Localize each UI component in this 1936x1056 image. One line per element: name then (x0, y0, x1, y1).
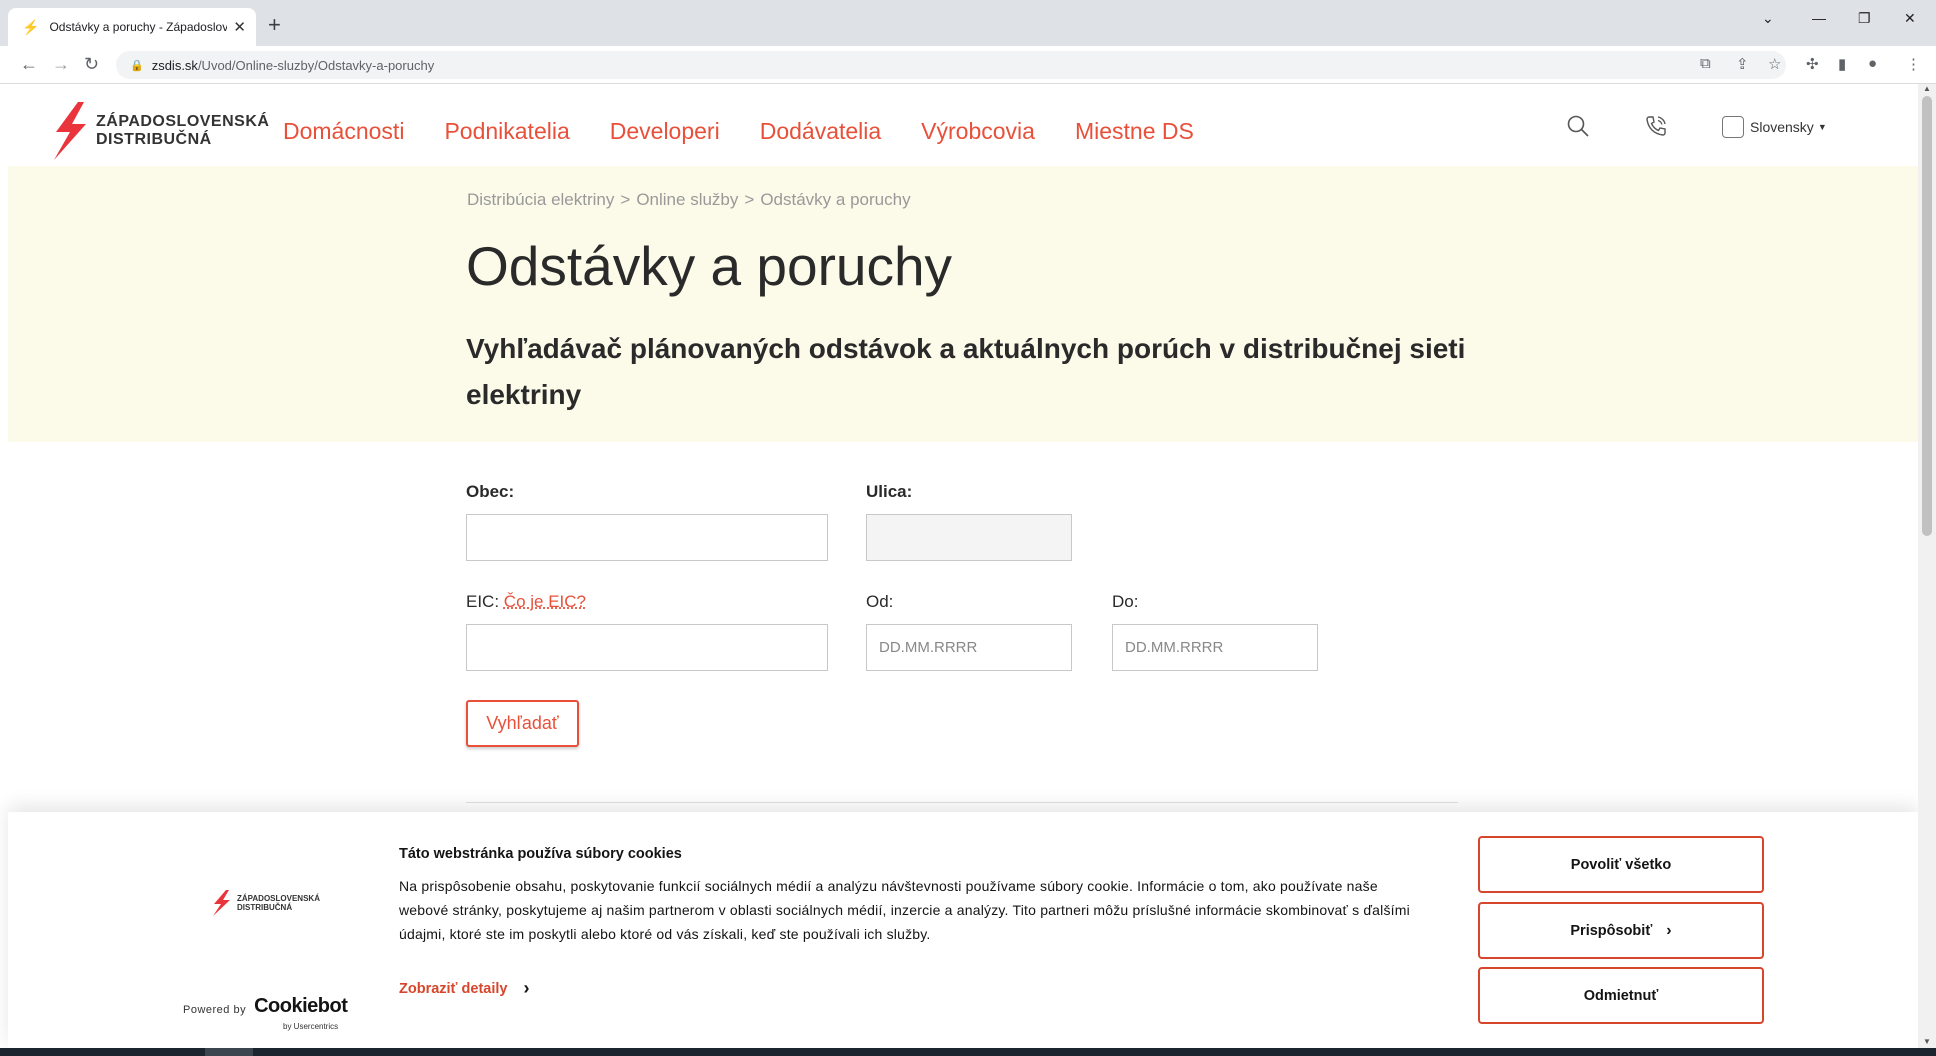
page-scrollbar[interactable]: ▲ ▼ (1918, 84, 1936, 1048)
cookiebot-logo: Cookiebot (254, 995, 348, 1017)
lock-icon[interactable]: 🔒 (130, 59, 144, 72)
obec-input[interactable] (466, 514, 828, 561)
tab-search-icon[interactable]: ⌄ (1762, 10, 1774, 27)
site-logo[interactable]: ZÁPADOSLOVENSKÁ DISTRIBUČNÁ (52, 102, 269, 160)
main-nav: Domácnosti Podnikatelia Developeri Dodáv… (283, 118, 1234, 145)
os-taskbar (0, 1048, 1936, 1056)
scroll-thumb[interactable] (1922, 96, 1932, 536)
od-label: Od: (866, 592, 894, 611)
nav-domacnosti[interactable]: Domácnosti (283, 118, 404, 145)
eic-label: EIC: Čo je EIC? (466, 592, 586, 611)
eic-input[interactable] (466, 624, 828, 671)
breadcrumb-separator: > (620, 190, 631, 209)
breadcrumb-item-current: Odstávky a poruchy (760, 190, 911, 209)
ulica-input[interactable] (866, 514, 1072, 561)
search-button[interactable]: Vyhľadať (466, 700, 579, 747)
breadcrumb-item-distribucia[interactable]: Distribúcia elektriny (467, 190, 614, 209)
close-window-icon[interactable]: ✕ (1904, 10, 1916, 27)
chevron-right-icon: › (523, 978, 530, 998)
page-subtitle: Vyhľadávač plánovaných odstávok a aktuál… (466, 333, 1466, 410)
nav-dodavatelia[interactable]: Dodávatelia (760, 118, 881, 145)
cookie-details-link[interactable]: Zobraziť detaily › (399, 978, 529, 999)
language-icon (1722, 116, 1744, 138)
ulica-label: Ulica: (866, 482, 913, 501)
site-favicon-icon: ⚡ (22, 18, 40, 35)
cookie-title: Táto webstránka používa súbory cookies (399, 846, 682, 862)
star-icon[interactable]: ☆ (1768, 55, 1781, 73)
do-date-input[interactable]: DD.MM.RRRR (1112, 624, 1318, 671)
nav-developeri[interactable]: Developeri (610, 118, 720, 145)
logo-bolt-icon (54, 102, 86, 160)
logo-line2: DISTRIBUČNÁ (96, 131, 212, 148)
restore-icon[interactable]: ❐ (1858, 10, 1871, 27)
reload-icon[interactable]: ↻ (84, 54, 99, 75)
logo-bolt-icon (213, 890, 230, 916)
logo-line1: ZÁPADOSLOVENSKÁ (96, 113, 270, 130)
address-bar[interactable]: 🔒 zsdis.sk/Uvod/Online-sluzby/Odstavky-a… (116, 51, 1786, 79)
share-icon[interactable]: ⇪ (1736, 55, 1749, 73)
od-date-input[interactable]: DD.MM.RRRR (866, 624, 1072, 671)
tab-close-icon[interactable]: ✕ (233, 18, 246, 36)
cookie-logo: ZÁPADOSLOVENSKÁ DISTRIBUČNÁ (212, 890, 320, 916)
chevron-right-icon: › (1666, 921, 1672, 939)
tab-title: Odstávky a poruchy - Západoslovenská dis… (49, 20, 228, 34)
cookiebot-branding[interactable]: Powered by Cookiebot by Usercentrics (183, 995, 348, 1031)
new-tab-button[interactable]: + (268, 12, 281, 38)
allow-all-button[interactable]: Povoliť všetko (1478, 836, 1764, 893)
obec-label: Obec: (466, 482, 515, 501)
profile-icon[interactable]: ● (1868, 55, 1877, 72)
language-selector[interactable]: Slovensky ▼ (1722, 116, 1827, 138)
breadcrumb: Distribúcia elektriny > Online služby > Odst… (467, 190, 911, 210)
sidepanel-icon[interactable]: ▮ (1838, 55, 1846, 73)
minimize-icon[interactable]: — (1812, 10, 1826, 26)
cookiebot-by: by Usercentrics (283, 1022, 339, 1031)
phone-icon[interactable] (1644, 114, 1668, 138)
menu-icon[interactable]: ⋮ (1906, 55, 1921, 73)
taskbar-item[interactable] (205, 1048, 253, 1056)
scroll-down-icon[interactable]: ▼ (1923, 1037, 1931, 1046)
site-header: ZÁPADOSLOVENSKÁ DISTRIBUČNÁ Domácnosti P… (8, 84, 1918, 166)
nav-vyrobcovia[interactable]: Výrobcovia (921, 118, 1035, 145)
browser-toolbar: ← → ↻ 🔒 zsdis.sk/Uvod/Online-sluzby/Odst… (0, 46, 1936, 84)
browser-tabstrip: ⚡ Odstávky a poruchy - Západoslovenská d… (0, 0, 1936, 46)
eic-help-link[interactable]: Čo je EIC? (504, 592, 586, 611)
nav-miestne-ds[interactable]: Miestne DS (1075, 118, 1194, 145)
chevron-down-icon: ▼ (1817, 122, 1827, 132)
cookie-text: Na prispôsobenie obsahu, poskytovanie fu… (399, 878, 1410, 942)
back-icon[interactable]: ← (20, 54, 38, 75)
search-icon[interactable] (1566, 114, 1590, 138)
nav-podnikatelia[interactable]: Podnikatelia (444, 118, 569, 145)
reject-button[interactable]: Odmietnuť (1478, 967, 1764, 1024)
language-label: Slovensky (1750, 119, 1814, 135)
customize-button[interactable]: Prispôsobiť › (1478, 902, 1764, 959)
breadcrumb-item-online-sluzby[interactable]: Online služby (636, 190, 738, 209)
url-text: zsdis.sk/Uvod/Online-sluzby/Odstavky-a-p… (151, 57, 435, 73)
browser-tab[interactable]: ⚡ Odstávky a poruchy - Západoslovenská d… (8, 8, 256, 46)
divider (466, 802, 1458, 803)
do-label: Do: (1112, 592, 1139, 611)
hero-section: Distribúcia elektriny > Online služby > Odst… (8, 166, 1918, 442)
page-title: Odstávky a poruchy (466, 235, 953, 297)
cookie-banner: ZÁPADOSLOVENSKÁ DISTRIBUČNÁ Powered by C… (8, 812, 1918, 1048)
extensions-icon[interactable]: ✣ (1806, 55, 1819, 73)
forward-icon[interactable]: → (52, 54, 70, 75)
scroll-up-icon[interactable]: ▲ (1923, 84, 1931, 93)
translate-icon[interactable]: ⧉ (1700, 55, 1711, 72)
breadcrumb-separator: > (744, 190, 755, 209)
powered-by-label: Powered by (183, 1004, 247, 1016)
